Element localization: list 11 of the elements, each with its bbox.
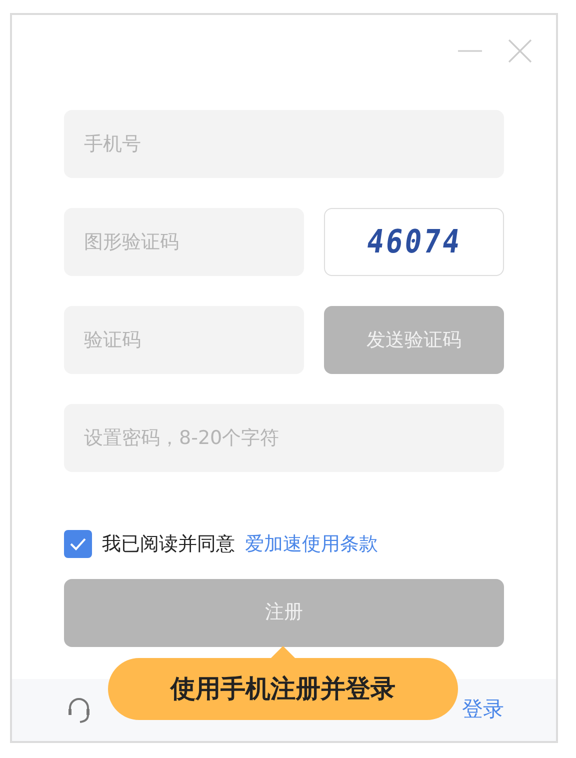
tooltip: 使用手机注册并登录 (108, 658, 458, 720)
checkbox[interactable] (64, 530, 92, 558)
input-field[interactable]: 手机号 (64, 110, 504, 178)
input-field[interactable]: 图形验证码 (64, 208, 304, 276)
captcha-image[interactable]: 46074 (324, 208, 504, 276)
login-link[interactable]: 登录 (462, 694, 504, 726)
agreement-text: 我已阅读并同意 (102, 532, 235, 557)
tooltip-pointer (270, 646, 296, 659)
terms-link[interactable]: 爱加速使用条款 (245, 530, 378, 558)
headset-icon[interactable] (66, 695, 92, 725)
input-field[interactable]: 设置密码，8-20个字符 (64, 404, 504, 472)
